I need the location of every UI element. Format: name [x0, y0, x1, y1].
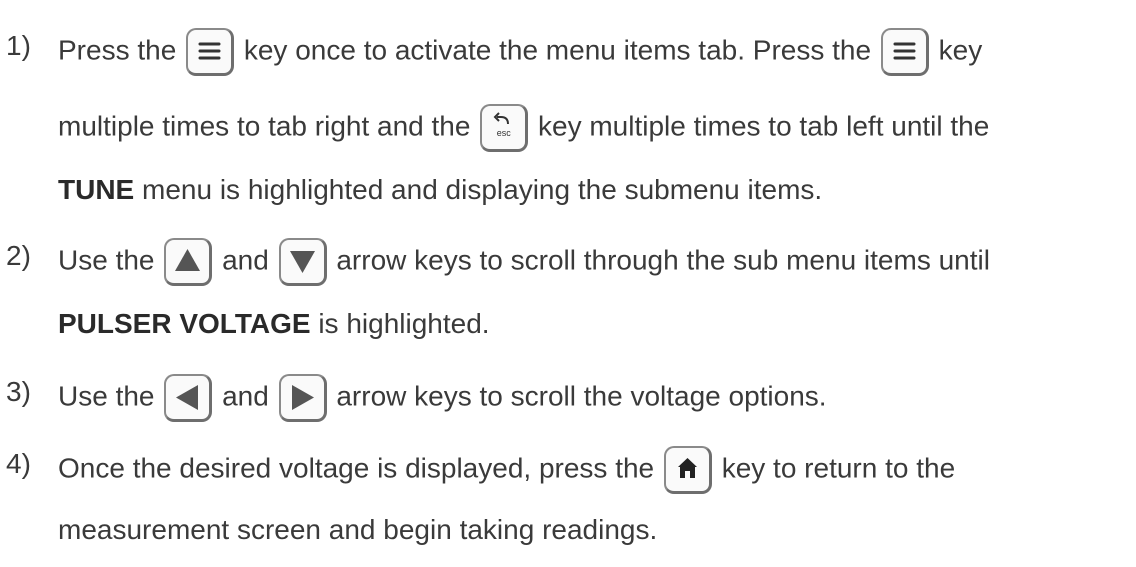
step-1-text: menu is highlighted and displaying the s…: [134, 174, 823, 205]
step-2-text: Use the: [58, 244, 163, 276]
step-3-text: and: [222, 380, 277, 412]
menu-key-icon: [880, 28, 929, 76]
step-1-line-1: Press the key once to activate the menu …: [58, 28, 982, 76]
step-2-text: is highlighted.: [310, 308, 490, 339]
step-4-line-1: Once the desired voltage is displayed, p…: [58, 446, 955, 494]
up-arrow-key-icon: [164, 238, 213, 286]
step-4-line-2: measurement screen and begin taking read…: [58, 512, 657, 548]
step-4-text: key to return to the: [721, 452, 956, 484]
step-2-number: 2): [6, 240, 31, 271]
step-1-line-2: multiple times to tab right and the esc …: [58, 104, 989, 152]
step-1-line-3: TUNE menu is highlighted and displaying …: [58, 172, 822, 208]
step-1-text: multiple times to tab right and the: [58, 110, 479, 142]
step-2-line-2: PULSER VOLTAGE is highlighted.: [58, 306, 490, 342]
down-arrow-key-icon: [278, 238, 327, 286]
menu-key-icon: [186, 28, 235, 76]
home-key-icon: [663, 446, 712, 494]
tune-menu-label: TUNE: [58, 174, 135, 205]
step-3-text: arrow keys to scroll the voltage options…: [336, 380, 827, 412]
right-arrow-key-icon: [278, 374, 327, 422]
step-4-text: Once the desired voltage is displayed, p…: [58, 452, 662, 484]
step-2-line-1: Use the and arrow keys to scroll through…: [58, 238, 990, 286]
step-1-number: 1): [6, 30, 31, 61]
esc-key-icon: esc: [480, 104, 529, 152]
step-1-text: key once to activate the menu items tab.…: [243, 34, 879, 66]
step-4-text: measurement screen and begin taking read…: [58, 514, 658, 545]
pulser-voltage-label: PULSER VOLTAGE: [58, 308, 311, 339]
step-3-number: 3): [6, 376, 31, 407]
left-arrow-key-icon: [164, 374, 213, 422]
step-1-text: key: [938, 34, 983, 66]
step-4-number: 4): [6, 448, 31, 479]
step-3-line-1: Use the and arrow keys to scroll the vol…: [58, 374, 827, 422]
step-2-text: and: [222, 244, 277, 276]
step-3-text: Use the: [58, 380, 163, 412]
esc-key-label: esc: [496, 128, 511, 138]
step-1-text: key multiple times to tab left until the: [538, 110, 990, 142]
step-1-text: Press the: [58, 34, 185, 66]
step-2-text: arrow keys to scroll through the sub men…: [336, 244, 990, 276]
